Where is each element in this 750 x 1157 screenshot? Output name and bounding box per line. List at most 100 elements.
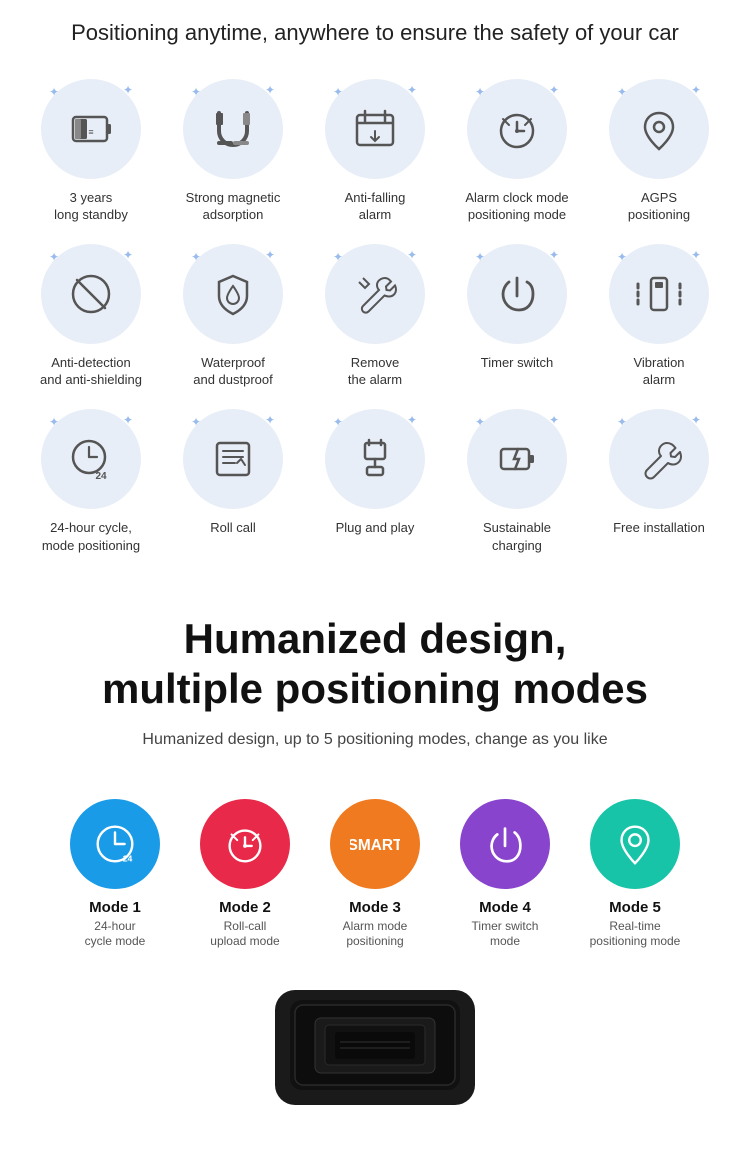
sparkle: ✦ [475, 415, 485, 429]
mode-5-icon [610, 819, 660, 869]
mode-1-circle: 24 [70, 799, 160, 889]
feature-label: Removethe alarm [348, 354, 402, 389]
mode-3-title: Mode 3 [349, 899, 401, 916]
charging-icon [491, 433, 543, 485]
feature-free-install: ✦ ✦ Free installation [588, 399, 730, 564]
feature-icon-vibration: ✦ ✦ [609, 244, 709, 344]
mode-4-icon [480, 819, 530, 869]
sparkle: ✦ [191, 415, 201, 429]
features-grid: ✦ ✦ ≡ 3 yearslong standby ✦ ✦ St [0, 59, 750, 584]
feature-label: 24-hour cycle,mode positioning [42, 519, 140, 554]
feature-icon-battery: ✦ ✦ ≡ [41, 79, 141, 179]
feature-icon-wrench: ✦ ✦ [325, 244, 425, 344]
mode-2-title: Mode 2 [219, 899, 271, 916]
shield-drop-icon [207, 268, 259, 320]
mode-2-sub: Roll-callupload mode [210, 919, 279, 950]
wrench-icon [349, 268, 401, 320]
mode-2-circle [200, 799, 290, 889]
feature-label: Roll call [210, 519, 256, 537]
feature-label: Alarm clock modepositioning mode [465, 189, 568, 224]
sparkle: ✦ [407, 83, 417, 97]
feature-icon-plug: ✦ ✦ [325, 409, 425, 509]
feature-icon-wrench2: ✦ ✦ [609, 409, 709, 509]
feature-label: Timer switch [481, 354, 553, 372]
mode-1: 24 Mode 1 24-hourcycle mode [55, 799, 175, 950]
device-image [265, 980, 485, 1110]
svg-text:≡: ≡ [88, 127, 93, 137]
feature-icon-list: ✦ ✦ [183, 409, 283, 509]
feature-label: Anti-detectionand anti-shielding [40, 354, 142, 389]
mode-5: Mode 5 Real-timepositioning mode [575, 799, 695, 950]
mode-1-title: Mode 1 [89, 899, 141, 916]
sparkle: ✦ [549, 248, 559, 262]
feature-24hour: ✦ ✦ 24 24-hour cycle,mode positioning [20, 399, 162, 564]
sparkle: ✦ [49, 85, 59, 99]
clock24-icon: 24 [65, 433, 117, 485]
feature-icon-calendar: ✦ ✦ [325, 79, 425, 179]
sparkle: ✦ [617, 415, 627, 429]
feature-magnetic: ✦ ✦ Strong magneticadsorption [162, 69, 304, 234]
device-image-section [0, 950, 750, 1110]
feature-icon-alarm-clock: ✦ ✦ [467, 79, 567, 179]
feature-icon-clock24: ✦ ✦ 24 [41, 409, 141, 509]
feature-icon-pin: ✦ ✦ [609, 79, 709, 179]
sparkle: ✦ [123, 248, 133, 262]
feature-label: Strong magneticadsorption [186, 189, 281, 224]
sparkle: ✦ [333, 415, 343, 429]
mode-5-title: Mode 5 [609, 899, 661, 916]
sparkle: ✦ [49, 250, 59, 264]
list-icon [207, 433, 259, 485]
feature-remove-alarm: ✦ ✦ Removethe alarm [304, 234, 446, 399]
sparkle: ✦ [407, 413, 417, 427]
mode-3-icon: SMART [350, 819, 400, 869]
humanized-subtitle: Humanized design, up to 5 positioning mo… [30, 731, 720, 749]
svg-text:SMART: SMART [350, 837, 400, 854]
sparkle: ✦ [333, 85, 343, 99]
svg-text:24: 24 [95, 471, 107, 482]
sparkle: ✦ [617, 85, 627, 99]
sparkle: ✦ [691, 248, 701, 262]
plug-icon [349, 433, 401, 485]
feature-label: Sustainablecharging [483, 519, 551, 554]
alarm-clock-icon [491, 103, 543, 155]
feature-agps: ✦ ✦ AGPSpositioning [588, 69, 730, 234]
header-title: Positioning anytime, anywhere to ensure … [40, 18, 710, 49]
mode-3: SMART Mode 3 Alarm modepositioning [315, 799, 435, 950]
feature-vibration: ✦ ✦ Vibrationalarm [588, 234, 730, 399]
feature-roll-call: ✦ ✦ Roll call [162, 399, 304, 564]
humanized-section: Humanized design, multiple positioning m… [0, 584, 750, 799]
feature-label: Plug and play [336, 519, 415, 537]
feature-label: Waterproofand dustproof [193, 354, 273, 389]
feature-icon-no-signal: ✦ ✦ [41, 244, 141, 344]
mode-1-sub: 24-hourcycle mode [85, 919, 146, 950]
mode-4-title: Mode 4 [479, 899, 531, 916]
vibration-icon [633, 268, 685, 320]
mode-5-circle [590, 799, 680, 889]
battery-icon: ≡ [65, 103, 117, 155]
calendar-icon [349, 103, 401, 155]
mode-3-circle: SMART [330, 799, 420, 889]
feature-icon-charging: ✦ ✦ [467, 409, 567, 509]
feature-plug-play: ✦ ✦ Plug and play [304, 399, 446, 564]
sparkle: ✦ [691, 413, 701, 427]
feature-label: 3 yearslong standby [54, 189, 128, 224]
feature-icon-power: ✦ ✦ [467, 244, 567, 344]
sparkle: ✦ [265, 413, 275, 427]
feature-label: Free installation [613, 519, 705, 537]
sparkle: ✦ [475, 85, 485, 99]
feature-years-standby: ✦ ✦ ≡ 3 yearslong standby [20, 69, 162, 234]
location-pin-icon [633, 103, 685, 155]
feature-timer-switch: ✦ ✦ Timer switch [446, 234, 588, 399]
mode-4: Mode 4 Timer switchmode [445, 799, 565, 950]
feature-sustainable: ✦ ✦ Sustainablecharging [446, 399, 588, 564]
sparkle: ✦ [333, 250, 343, 264]
sparkle: ✦ [549, 413, 559, 427]
sparkle: ✦ [617, 250, 627, 264]
mode-4-sub: Timer switchmode [472, 919, 539, 950]
mode-4-circle [460, 799, 550, 889]
header-section: Positioning anytime, anywhere to ensure … [0, 0, 750, 59]
power-icon [491, 268, 543, 320]
mode-1-icon: 24 [90, 819, 140, 869]
mode-3-sub: Alarm modepositioning [343, 919, 408, 950]
feature-alarm-clock: ✦ ✦ Alarm clock modepositioning mode [446, 69, 588, 234]
